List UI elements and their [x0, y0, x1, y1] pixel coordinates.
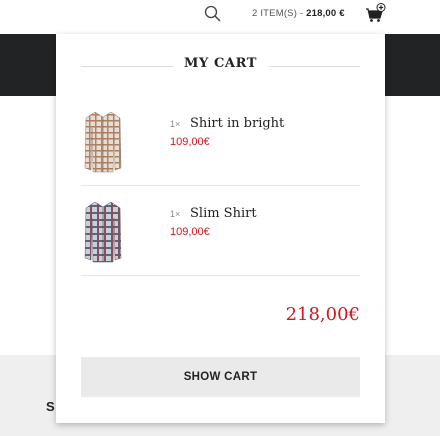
item-quantity: 1×: [170, 119, 181, 129]
cart-icon[interactable]: [364, 3, 386, 23]
product-thumbnail[interactable]: [83, 198, 123, 266]
cart-summary-total: 218,00 €: [306, 8, 345, 19]
product-thumbnail[interactable]: [83, 108, 123, 176]
show-cart-button[interactable]: SHOW CART: [81, 357, 360, 397]
cart-summary-link[interactable]: 2 ITEM(S) - 218,00 €: [252, 8, 345, 19]
item-name[interactable]: Shirt in bright: [190, 116, 284, 131]
footer-partial-heading: S: [46, 399, 55, 414]
cart-item-count: 2 ITEM(S): [252, 8, 298, 19]
item-name[interactable]: Slim Shirt: [190, 206, 257, 221]
search-icon[interactable]: [203, 4, 223, 24]
cart-summary-separator: -: [297, 8, 307, 19]
top-header: 2 ITEM(S) - 218,00 €: [0, 0, 440, 34]
item-divider: [81, 275, 360, 276]
cart-title: MY CART: [172, 56, 269, 71]
cart-item[interactable]: 1× Slim Shirt 109,00€: [81, 186, 360, 276]
mini-cart-dropdown: MY CART 1× Shirt in bright 109,00€ 1× Sl…: [56, 34, 385, 423]
item-price: 109,00€: [170, 136, 210, 148]
item-price: 109,00€: [170, 226, 210, 238]
cart-item[interactable]: 1× Shirt in bright 109,00€: [81, 96, 360, 186]
item-quantity: 1×: [170, 209, 181, 219]
cart-total: 218,00€: [285, 304, 360, 325]
cart-title-row: MY CART: [81, 56, 360, 76]
